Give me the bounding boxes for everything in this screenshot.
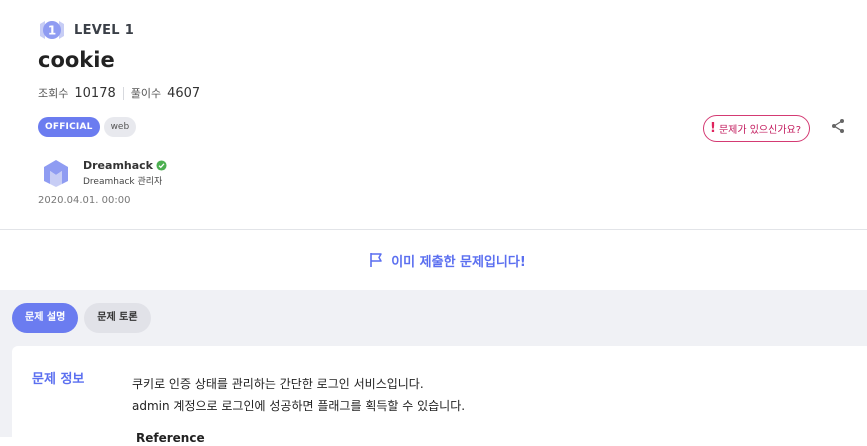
level-number: 1 (48, 24, 56, 38)
level-badge-icon: 1 (40, 21, 64, 39)
tag-web[interactable]: web (103, 117, 137, 137)
tag-list: OFFICIAL web (38, 117, 140, 137)
author-name[interactable]: Dreamhack (83, 159, 153, 172)
reference-heading: Reference (136, 431, 205, 445)
challenge-header: 1 LEVEL 1 cookie 조회수 10178 풀이수 4607 OFFI… (0, 0, 867, 230)
author-info: Dreamhack Dreamhack 관리자 (83, 159, 167, 187)
dreamhack-logo-avatar[interactable] (40, 157, 72, 189)
share-icon[interactable] (830, 118, 846, 134)
challenge-info-card: 문제 정보 쿠키로 인증 상태를 관리하는 간단한 로그인 서비스입니다. ad… (12, 346, 867, 446)
challenge-tabs: 문제 설명 문제 토론 (12, 303, 157, 333)
publish-date: 2020.04.01. 00:00 (38, 195, 131, 206)
tag-official[interactable]: OFFICIAL (38, 117, 100, 137)
info-heading: 문제 정보 (32, 372, 85, 387)
info-line-2: admin 계정으로 로그인에 성공하면 플래그를 획득할 수 있습니다. (132, 399, 466, 413)
submitted-message: 이미 제출한 문제입니다! (391, 254, 526, 270)
solves-value: 4607 (167, 85, 201, 101)
level-label: LEVEL 1 (74, 22, 135, 38)
views-value: 10178 (74, 85, 116, 101)
submitted-message-row: 이미 제출한 문제입니다! (369, 251, 526, 270)
submitted-banner: 이미 제출한 문제입니다! (0, 230, 867, 290)
verified-check-icon (156, 160, 167, 171)
challenge-title: cookie (38, 48, 115, 72)
level-indicator: 1 LEVEL 1 (38, 18, 134, 42)
author-block[interactable]: Dreamhack Dreamhack 관리자 (40, 157, 167, 189)
report-issue-label: 문제가 있으신가요? (718, 125, 802, 136)
tab-description[interactable]: 문제 설명 (12, 303, 79, 333)
exclamation-icon: ! (710, 121, 716, 136)
solves-label: 풀이수 (130, 87, 162, 100)
stats-divider (122, 86, 124, 100)
author-role: Dreamhack 관리자 (83, 177, 163, 187)
challenge-stats: 조회수 10178 풀이수 4607 (38, 85, 200, 101)
info-description: 쿠키로 인증 상태를 관리하는 간단한 로그인 서비스입니다. admin 계정… (132, 373, 465, 417)
flag-icon (370, 253, 382, 267)
info-line-1: 쿠키로 인증 상태를 관리하는 간단한 로그인 서비스입니다. (132, 377, 424, 391)
tab-discussion[interactable]: 문제 토론 (84, 303, 151, 333)
views-label: 조회수 (38, 87, 69, 100)
report-issue-button[interactable]: ! 문제가 있으신가요? (703, 115, 811, 142)
author-name-row: Dreamhack (83, 159, 167, 172)
